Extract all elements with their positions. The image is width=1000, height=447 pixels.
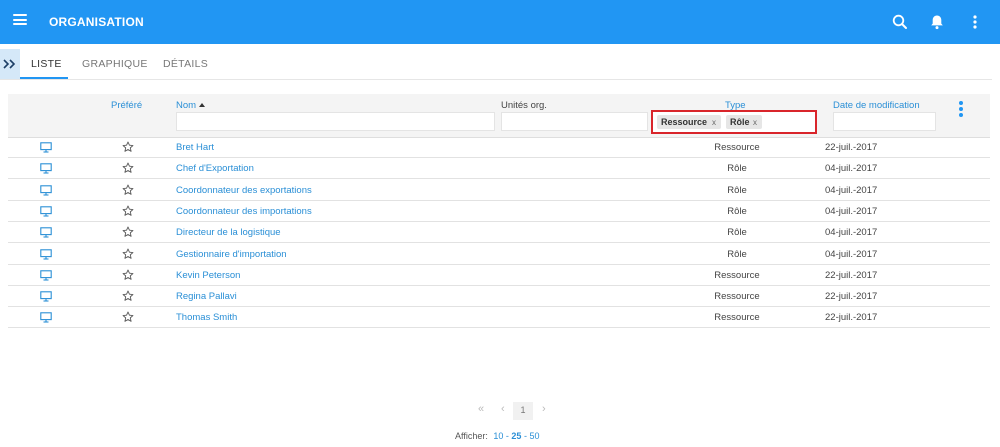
monitor-icon[interactable] xyxy=(40,184,52,196)
current-page-button[interactable]: 1 xyxy=(513,402,533,420)
page-size-separator: - xyxy=(523,431,527,441)
page-title: ORGANISATION xyxy=(49,15,144,29)
row-type: Ressource xyxy=(714,142,760,153)
column-header-nom[interactable]: Nom xyxy=(176,100,206,111)
row-date: 22-juil.-2017 xyxy=(825,312,878,324)
filter-unites[interactable] xyxy=(501,112,648,131)
bell-icon[interactable] xyxy=(927,12,947,32)
filter-nom[interactable] xyxy=(176,112,495,131)
row-name-link[interactable]: Coordonnateur des exportations xyxy=(176,185,312,196)
row-type: Rôle xyxy=(727,248,747,260)
monitor-icon[interactable] xyxy=(40,248,52,260)
row-type: Ressource xyxy=(714,269,760,281)
star-icon[interactable] xyxy=(122,290,134,302)
filter-chip-role: Rôle x xyxy=(726,115,762,129)
row-type: Ressource xyxy=(714,291,760,303)
star-icon[interactable] xyxy=(122,269,134,281)
row-name-link[interactable]: Directeur de la logistique xyxy=(176,227,281,238)
row-date: 22-juil.-2017 xyxy=(825,269,878,281)
search-icon[interactable] xyxy=(890,12,910,32)
double-chevron-right-icon xyxy=(3,59,16,69)
row-name-link[interactable]: Gestionnaire d'importation xyxy=(176,249,287,260)
table-row[interactable]: Chef d'Exportation Rôle 04-juil.-2017 xyxy=(8,158,990,180)
row-name-link[interactable]: Thomas Smith xyxy=(176,312,237,323)
column-header-prefere[interactable]: Préféré xyxy=(111,100,142,111)
column-header-nom-label: Nom xyxy=(176,100,197,111)
column-options-icon[interactable] xyxy=(957,101,965,121)
row-name-link[interactable]: Kevin Peterson xyxy=(176,270,240,281)
table-row[interactable]: Kevin Peterson Ressource 22-juil.-2017 xyxy=(8,265,990,286)
filter-type-chips[interactable]: Ressource x Rôle x xyxy=(651,110,817,134)
row-date: 04-juil.-2017 xyxy=(825,184,878,196)
row-name-link[interactable]: Coordonnateur des importations xyxy=(176,206,312,217)
star-icon[interactable] xyxy=(122,141,134,153)
filter-unites-input[interactable] xyxy=(502,113,647,130)
tab-details[interactable]: DÉTAILS xyxy=(163,49,208,79)
table-row[interactable]: Coordonnateur des importations Rôle 04-jui… xyxy=(8,201,990,222)
row-date: 04-juil.-2017 xyxy=(825,248,878,260)
filter-chip-label: Ressource xyxy=(661,117,708,127)
monitor-icon[interactable] xyxy=(40,227,52,238)
sort-ascending-icon xyxy=(199,103,206,107)
filter-nom-input[interactable] xyxy=(177,113,494,130)
star-icon[interactable] xyxy=(122,311,134,323)
first-page-button[interactable]: « xyxy=(478,403,484,415)
hamburger-menu-icon[interactable] xyxy=(13,14,27,25)
star-icon[interactable] xyxy=(122,248,134,260)
row-date: 04-juil.-2017 xyxy=(825,205,878,217)
row-type: Rôle xyxy=(727,163,747,175)
previous-page-button[interactable]: ‹ xyxy=(501,403,505,415)
tabs-divider xyxy=(0,79,992,80)
monitor-icon[interactable] xyxy=(40,312,52,323)
table-row[interactable]: Regina Pallavi Ressource 22-juil.-2017 xyxy=(8,286,990,308)
filter-date-input[interactable] xyxy=(834,113,935,130)
page-size-50[interactable]: 50 xyxy=(529,431,539,441)
row-name-link[interactable]: Bret Hart xyxy=(176,142,214,153)
monitor-icon[interactable] xyxy=(40,291,52,302)
star-icon[interactable] xyxy=(122,226,134,238)
filter-date[interactable] xyxy=(833,112,936,131)
monitor-icon[interactable] xyxy=(40,270,52,281)
monitor-icon[interactable] xyxy=(40,142,52,153)
column-header-unites[interactable]: Unités org. xyxy=(501,100,547,111)
app-header: ORGANISATION xyxy=(0,0,1000,44)
next-page-button[interactable]: › xyxy=(542,403,546,415)
page-size-25[interactable]: 25 xyxy=(511,431,521,441)
grid-header: Préféré Nom Unités org. Type Date de mod… xyxy=(8,94,990,138)
filter-chip-label: Rôle xyxy=(730,117,750,127)
table-row[interactable]: Directeur de la logistique Rôle 04-juil.-2… xyxy=(8,222,990,244)
monitor-icon[interactable] xyxy=(40,163,52,174)
tab-graphique[interactable]: GRAPHIQUE xyxy=(82,49,148,79)
kebab-menu-icon[interactable] xyxy=(965,12,985,32)
expand-panel-button[interactable] xyxy=(0,49,20,79)
filter-chip-ressource: Ressource x xyxy=(657,115,721,129)
row-type: Rôle xyxy=(727,227,747,239)
monitor-icon[interactable] xyxy=(40,206,52,217)
page-size-selector: Afficher: 10 - 25 - 50 xyxy=(455,431,539,441)
row-date: 04-juil.-2017 xyxy=(825,227,878,239)
table-row[interactable]: Bret Hart Ressource 22-juil.-2017 xyxy=(8,137,990,158)
column-header-date[interactable]: Date de modification xyxy=(833,100,920,111)
row-type: Rôle xyxy=(727,184,747,196)
star-icon[interactable] xyxy=(122,205,134,217)
table-row[interactable]: Gestionnaire d'importation Rôle 04-juil.-2… xyxy=(8,244,990,265)
page-size-separator: - xyxy=(505,431,509,441)
row-name-link[interactable]: Regina Pallavi xyxy=(176,291,237,302)
table-row[interactable]: Coordonnateur des exportations Rôle 04-jui… xyxy=(8,180,990,201)
page-size-label: Afficher: xyxy=(455,431,488,441)
remove-chip-icon[interactable]: x xyxy=(712,118,716,127)
table-row[interactable]: Thomas Smith Ressource 22-juil.-2017 xyxy=(8,307,990,329)
remove-chip-icon[interactable]: x xyxy=(753,118,757,127)
star-icon[interactable] xyxy=(122,162,134,174)
row-date: 22-juil.-2017 xyxy=(825,291,878,303)
row-type: Ressource xyxy=(714,312,760,324)
page-size-10[interactable]: 10 xyxy=(493,431,503,441)
tab-liste[interactable]: LISTE xyxy=(31,49,62,79)
star-icon[interactable] xyxy=(122,184,134,196)
row-date: 04-juil.-2017 xyxy=(825,163,878,175)
row-type: Rôle xyxy=(727,205,747,217)
row-name-link[interactable]: Chef d'Exportation xyxy=(176,163,254,174)
row-date: 22-juil.-2017 xyxy=(825,142,878,153)
